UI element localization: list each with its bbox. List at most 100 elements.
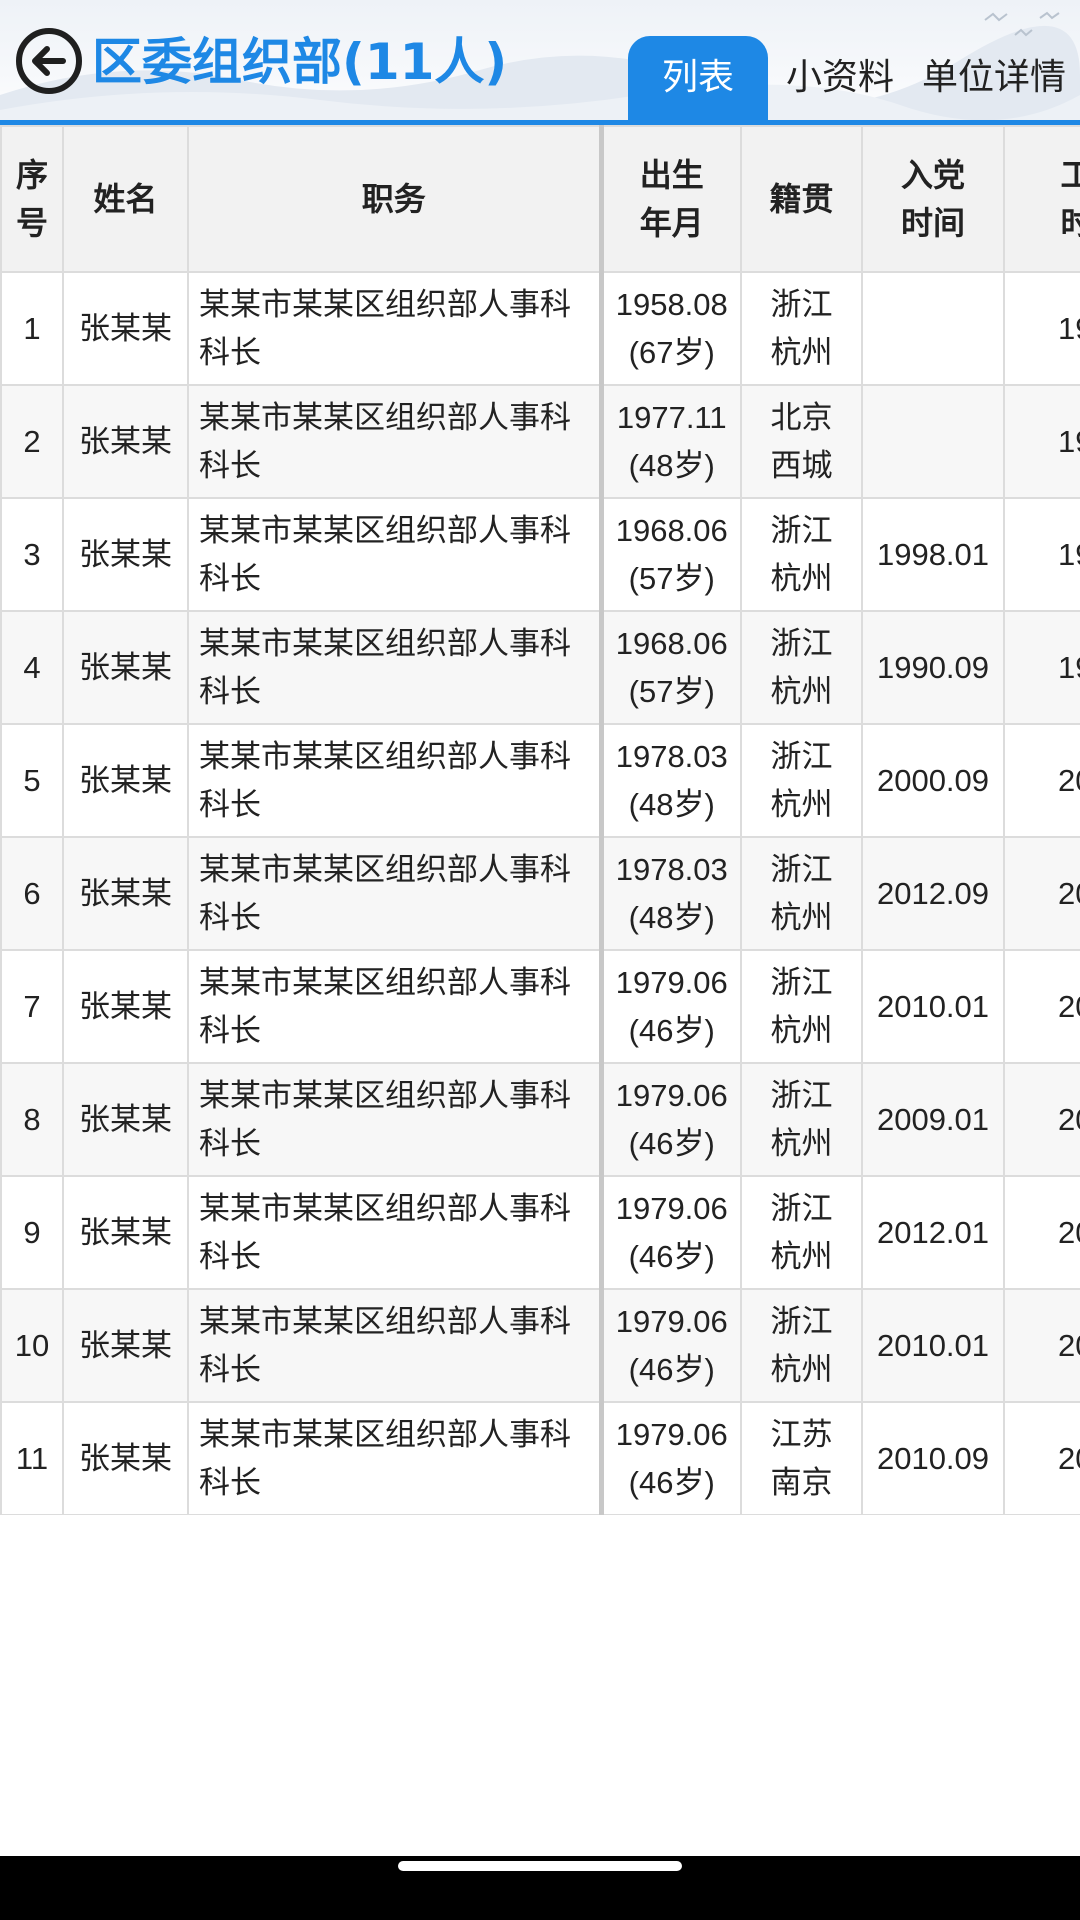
birth-date: 1968.06 bbox=[615, 625, 728, 661]
column-header-position: 职务 bbox=[187, 125, 604, 273]
birth-date: 1958.08 bbox=[615, 286, 728, 322]
cell-native-place: 江苏南京 bbox=[740, 1401, 863, 1515]
cell-position: 某某市某某区组织部人事科科长 bbox=[187, 384, 604, 499]
cell-position: 某某市某某区组织部人事科科长 bbox=[187, 271, 604, 386]
personnel-table-scroll[interactable]: 序号 姓名 职务 出生年月 籍贯 入党时间 工作时间 1张某某某某市某某区组织部… bbox=[0, 125, 1080, 1515]
cell-native-place: 浙江杭州 bbox=[740, 836, 863, 951]
cell-number: 10 bbox=[0, 1288, 64, 1403]
column-header-native-place: 籍贯 bbox=[740, 125, 863, 273]
birth-date: 1978.03 bbox=[615, 738, 728, 774]
age: (48岁) bbox=[628, 899, 715, 935]
cell-position: 某某市某某区组织部人事科科长 bbox=[187, 1175, 604, 1290]
cell-work-date: 2003 bbox=[1003, 1175, 1080, 1290]
birth-date: 1979.06 bbox=[615, 1303, 728, 1339]
tab-list[interactable]: 列表 bbox=[627, 36, 768, 120]
native-place-text: 浙江杭州 bbox=[770, 964, 833, 1049]
cell-name: 张某某 bbox=[62, 1401, 189, 1515]
cell-name: 张某某 bbox=[62, 1175, 189, 1290]
cell-party-date: 2010.01 bbox=[861, 1288, 1005, 1403]
cell-native-place: 浙江杭州 bbox=[740, 723, 863, 838]
cell-party-date: 2009.01 bbox=[861, 1062, 1005, 1177]
native-place-text: 江苏南京 bbox=[770, 1416, 833, 1501]
home-indicator[interactable] bbox=[398, 1861, 682, 1871]
cell-birth: 1978.03 (48岁) bbox=[600, 723, 742, 838]
app-header: 区委组织部(11人) 列表 小资料 单位详情 bbox=[0, 0, 1080, 122]
cell-work-date: 1985 bbox=[1003, 271, 1080, 386]
cell-native-place: 浙江杭州 bbox=[740, 271, 863, 386]
table-row[interactable]: 6 张某某 某某市某某区组织部人事科科长 1978.03 (48岁) 浙江杭州 2012.0… bbox=[0, 836, 1080, 951]
cell-party-date: 1998.01 bbox=[861, 497, 1005, 612]
cell-work-date: 1986 bbox=[1003, 497, 1080, 612]
cell-party-date: 1990.09 bbox=[861, 610, 1005, 725]
table-row[interactable]: 3 张某某 某某市某某区组织部人事科科长 1968.06 (57岁) 浙江杭州 1998.0… bbox=[0, 497, 1080, 612]
cell-number: 6 bbox=[0, 836, 64, 951]
cell-party-date: 2012.01 bbox=[861, 1175, 1005, 1290]
table-row[interactable]: 8 张某某 某某市某某区组织部人事科科长 1979.06 (46岁) 浙江杭州 2009.0… bbox=[0, 1062, 1080, 1177]
cell-work-date: 2002 bbox=[1003, 1062, 1080, 1177]
cell-position: 某某市某某区组织部人事科科长 bbox=[187, 1288, 604, 1403]
personnel-table: 序号 姓名 职务 出生年月 籍贯 入党时间 工作时间 1张某某某某市某某区组织部… bbox=[0, 125, 1080, 1515]
cell-number: 4 bbox=[0, 610, 64, 725]
native-place-text: 浙江杭州 bbox=[770, 1303, 833, 1388]
age: (48岁) bbox=[628, 447, 715, 483]
native-place-text: 浙江杭州 bbox=[770, 512, 833, 597]
age: (57岁) bbox=[628, 673, 715, 709]
cell-number: 3 bbox=[0, 497, 64, 612]
birth-date: 1979.06 bbox=[615, 1077, 728, 1113]
cell-position: 某某市某某区组织部人事科科长 bbox=[187, 949, 604, 1064]
back-button[interactable] bbox=[16, 28, 82, 94]
cell-native-place: 浙江杭州 bbox=[740, 949, 863, 1064]
cell-native-place: 北京西城 bbox=[740, 384, 863, 499]
arrow-left-icon bbox=[32, 46, 66, 76]
cell-native-place: 浙江杭州 bbox=[740, 1288, 863, 1403]
birth-date: 1979.06 bbox=[615, 1190, 728, 1226]
cell-birth: 1977.11 (48岁) bbox=[600, 384, 742, 499]
cell-birth: 1968.06 (57岁) bbox=[600, 610, 742, 725]
cell-work-date: 1998 bbox=[1003, 384, 1080, 499]
birth-date: 1968.06 bbox=[615, 512, 728, 548]
age: (48岁) bbox=[628, 786, 715, 822]
age: (46岁) bbox=[628, 1351, 715, 1387]
cell-position: 某某市某某区组织部人事科科长 bbox=[187, 836, 604, 951]
cell-work-date: 2003 bbox=[1003, 1401, 1080, 1515]
table-row[interactable]: 1张某某某某市某某区组织部人事科科长 1958.08 (67岁) 浙江杭州 1985 bbox=[0, 271, 1080, 386]
native-place-text: 浙江杭州 bbox=[770, 738, 833, 823]
cell-name: 张某某 bbox=[62, 836, 189, 951]
cell-birth: 1958.08 (67岁) bbox=[600, 271, 742, 386]
cell-birth: 1979.06 (46岁) bbox=[600, 1062, 742, 1177]
table-row[interactable]: 9 张某某 某某市某某区组织部人事科科长 1979.06 (46岁) 浙江杭州 2012.0… bbox=[0, 1175, 1080, 1290]
native-place-text: 浙江杭州 bbox=[770, 286, 833, 371]
cell-work-date: 2000 bbox=[1003, 723, 1080, 838]
cell-number: 5 bbox=[0, 723, 64, 838]
cell-birth: 1979.06 (46岁) bbox=[600, 1288, 742, 1403]
cell-name: 张某某 bbox=[62, 949, 189, 1064]
tab-unit-details[interactable]: 单位详情 bbox=[908, 36, 1080, 120]
table-row[interactable]: 2张某某某某市某某区组织部人事科科长 1977.11 (48岁) 北京西城 1998 bbox=[0, 384, 1080, 499]
cell-native-place: 浙江杭州 bbox=[740, 1175, 863, 1290]
cell-party-date: 2010.01 bbox=[861, 949, 1005, 1064]
cell-number: 11 bbox=[0, 1401, 64, 1515]
tab-profile[interactable]: 小资料 bbox=[772, 36, 908, 120]
tab-bar: 列表 小资料 单位详情 bbox=[627, 34, 1080, 120]
table-row[interactable]: 10 张某某 某某市某某区组织部人事科科长 1979.06 (46岁) 浙江杭州 2010.… bbox=[0, 1288, 1080, 1403]
table-row[interactable]: 11 张某某 某某市某某区组织部人事科科长 1979.06 (46岁) 江苏南京 2010.… bbox=[0, 1401, 1080, 1515]
cell-number: 9 bbox=[0, 1175, 64, 1290]
birth-date: 1979.06 bbox=[615, 964, 728, 1000]
cell-position: 某某市某某区组织部人事科科长 bbox=[187, 497, 604, 612]
table-row[interactable]: 4 张某某 某某市某某区组织部人事科科长 1968.06 (57岁) 浙江杭州 1990.0… bbox=[0, 610, 1080, 725]
cell-native-place: 浙江杭州 bbox=[740, 497, 863, 612]
column-header-party-date: 入党 时间 bbox=[861, 125, 1005, 273]
cell-birth: 1979.06 (46岁) bbox=[600, 1401, 742, 1515]
table-header-row: 序号 姓名 职务 出生年月 籍贯 入党时间 工作时间 bbox=[0, 125, 1080, 273]
table-row[interactable]: 5 张某某 某某市某某区组织部人事科科长 1978.03 (48岁) 浙江杭州 2000.0… bbox=[0, 723, 1080, 838]
age: (46岁) bbox=[628, 1464, 715, 1500]
birth-date: 1979.06 bbox=[615, 1416, 728, 1452]
native-place-text: 浙江杭州 bbox=[770, 625, 833, 710]
cell-number: 2 bbox=[0, 384, 64, 499]
cell-number: 7 bbox=[0, 949, 64, 1064]
table-row[interactable]: 7 张某某 某某市某某区组织部人事科科长 1979.06 (46岁) 浙江杭州 2010.0… bbox=[0, 949, 1080, 1064]
native-place-text: 北京西城 bbox=[770, 399, 833, 484]
cell-position: 某某市某某区组织部人事科科长 bbox=[187, 1062, 604, 1177]
native-place-text: 浙江杭州 bbox=[770, 851, 833, 936]
cell-birth: 1979.06 (46岁) bbox=[600, 949, 742, 1064]
